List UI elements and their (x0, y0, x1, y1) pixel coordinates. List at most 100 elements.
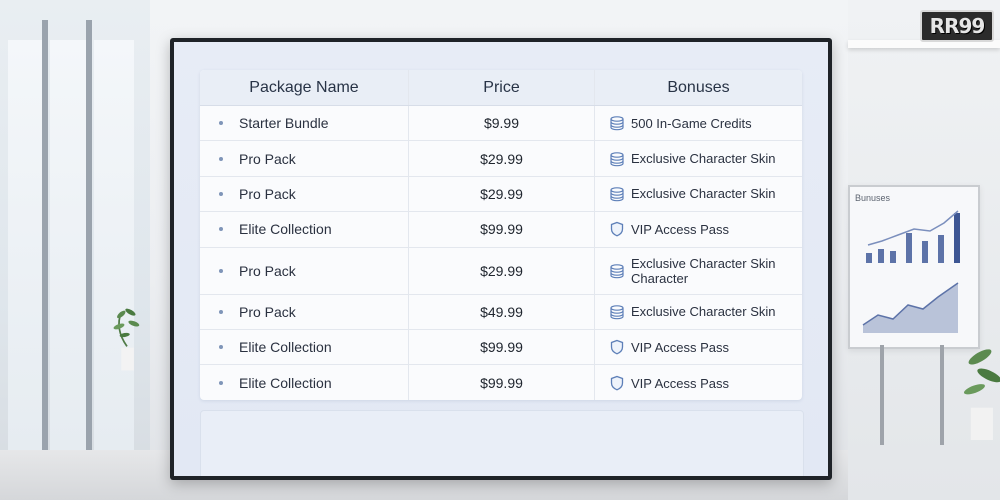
package-price: $99.99 (480, 339, 523, 356)
bonus-line-2: Character (631, 270, 689, 286)
package-table: Package Name Price Bonuses Starter Bundl… (200, 70, 802, 400)
empty-panel (200, 410, 804, 476)
bullet-icon (219, 268, 223, 273)
bullet-icon (219, 345, 223, 350)
table-row[interactable]: Pro Pack $49.99 Exclusive Character Skin (200, 294, 802, 330)
bullet-icon (219, 156, 223, 161)
column-header-package-name[interactable]: Package Name (200, 70, 409, 105)
whiteboard-bar-chart (866, 210, 960, 263)
package-name-cell: Starter Bundle (200, 106, 409, 141)
bonus-text: VIP Access Pass (631, 340, 729, 355)
bullet-icon (219, 227, 223, 232)
package-name: Pro Pack (239, 185, 296, 202)
package-name: Starter Bundle (239, 115, 329, 132)
whiteboard-stand (880, 345, 884, 445)
package-price: $9.99 (483, 115, 520, 132)
logo-text: RR99 (929, 14, 986, 38)
package-name: Pro Pack (239, 262, 296, 279)
plant-left-decoration (113, 308, 140, 371)
package-name: Elite Collection (239, 221, 332, 238)
price-cell: $29.99 (409, 176, 595, 212)
bullet-icon (219, 121, 223, 126)
bonus-line: VIP Access Pass (631, 221, 730, 237)
plant-right-decoration (963, 349, 1000, 440)
package-name-cell: Elite Collection (200, 212, 409, 247)
price-cell: $9.99 (409, 106, 595, 141)
price-cell: $99.99 (409, 329, 595, 365)
package-price: $29.99 (480, 262, 523, 279)
price-cell: $29.99 (409, 247, 595, 294)
bonus-text: Exclusive Character Skin Character (631, 256, 776, 286)
package-name-cell: Pro Pack (200, 141, 409, 176)
package-name-cell: Pro Pack (200, 247, 409, 294)
monitor-screen: Package Name Price Bonuses Starter Bundl… (174, 42, 828, 476)
table-row[interactable]: Elite Collection $99.99 VIP Access Pass (200, 329, 802, 366)
price-cell: $49.99 (409, 294, 595, 329)
package-name-cell: Elite Collection (200, 365, 409, 400)
whiteboard-stand (940, 345, 944, 445)
bonus-line: VIP Access Pass (631, 339, 730, 355)
bonus-text: VIP Access Pass (631, 376, 729, 391)
bonus-line: Exclusive Character Skin (631, 255, 776, 271)
package-price: $29.99 (480, 185, 523, 202)
coins-icon (609, 151, 625, 167)
bonus-text: Exclusive Character Skin (631, 151, 776, 166)
column-header-price[interactable]: Price (409, 70, 595, 105)
coins-icon (609, 115, 625, 131)
monitor-frame: Package Name Price Bonuses Starter Bundl… (170, 38, 832, 480)
table-row[interactable]: Pro Pack $29.99 Exclusive Character Skin (200, 141, 802, 177)
bonus-cell: VIP Access Pass (595, 212, 802, 246)
table-row[interactable]: Elite Collection $99.99 VIP Access Pass (200, 212, 802, 248)
bonus-line: Exclusive Character Skin (631, 186, 776, 202)
table-row[interactable]: Pro Pack $29.99 Exclusive Character Skin Ch… (200, 247, 802, 295)
whiteboard-title: Bunuses (855, 193, 891, 203)
package-price: $29.99 (480, 150, 523, 167)
bonus-cell: VIP Access Pass (595, 330, 802, 364)
bonus-line: Exclusive Character Skin (631, 151, 776, 167)
bonus-line: VIP Access Pass (631, 375, 730, 391)
column-header-bonuses[interactable]: Bonuses (595, 70, 802, 105)
shield-icon (609, 221, 625, 237)
package-price: $99.99 (480, 221, 523, 238)
bullet-icon (219, 381, 223, 386)
bonus-cell: VIP Access Pass (595, 365, 802, 400)
table-row[interactable]: Pro Pack $29.99 Exclusive Character Skin (200, 176, 802, 213)
table-row[interactable]: Starter Bundle $9.99 500 In-Game Credits (200, 106, 802, 142)
shield-icon (609, 375, 625, 391)
table-body: Starter Bundle $9.99 500 In-Game Credits Pr… (200, 106, 802, 400)
package-name: Pro Pack (239, 303, 296, 320)
package-price: $49.99 (480, 303, 523, 320)
coins-icon (609, 304, 625, 320)
bonus-cell: Exclusive Character Skin Character (595, 248, 802, 294)
package-name: Pro Pack (239, 150, 296, 167)
bonus-cell: Exclusive Character Skin (595, 141, 802, 175)
bullet-icon (219, 309, 223, 314)
coins-icon (609, 186, 625, 202)
package-name: Elite Collection (239, 339, 332, 356)
bonus-text: Exclusive Character Skin (631, 304, 776, 319)
package-price: $99.99 (480, 375, 523, 392)
table-header-row: Package Name Price Bonuses (200, 70, 802, 106)
price-cell: $29.99 (409, 141, 595, 176)
package-name-cell: Elite Collection (200, 329, 409, 365)
table-row[interactable]: Elite Collection $99.99 VIP Access Pass (200, 365, 802, 400)
bonus-text: 500 In-Game Credits (631, 116, 752, 131)
bonus-text: Exclusive Character Skin (631, 186, 776, 201)
shield-icon (609, 339, 625, 355)
bonus-cell: 500 In-Game Credits (595, 106, 802, 140)
bonus-line: Exclusive Character Skin (631, 304, 776, 320)
package-name-cell: Pro Pack (200, 176, 409, 212)
package-name-cell: Pro Pack (200, 294, 409, 329)
bonus-text: VIP Access Pass (631, 222, 729, 237)
price-cell: $99.99 (409, 212, 595, 247)
price-cell: $99.99 (409, 365, 595, 400)
brand-logo: RR99 (920, 10, 994, 42)
whiteboard-area-chart (862, 282, 959, 333)
bonus-cell: Exclusive Character Skin (595, 295, 802, 329)
coins-icon (609, 263, 625, 279)
bullet-icon (219, 191, 223, 196)
background-window (0, 0, 150, 500)
bonus-line: 500 In-Game Credits (631, 115, 752, 131)
package-name: Elite Collection (239, 375, 332, 392)
bonus-cell: Exclusive Character Skin (595, 177, 802, 211)
